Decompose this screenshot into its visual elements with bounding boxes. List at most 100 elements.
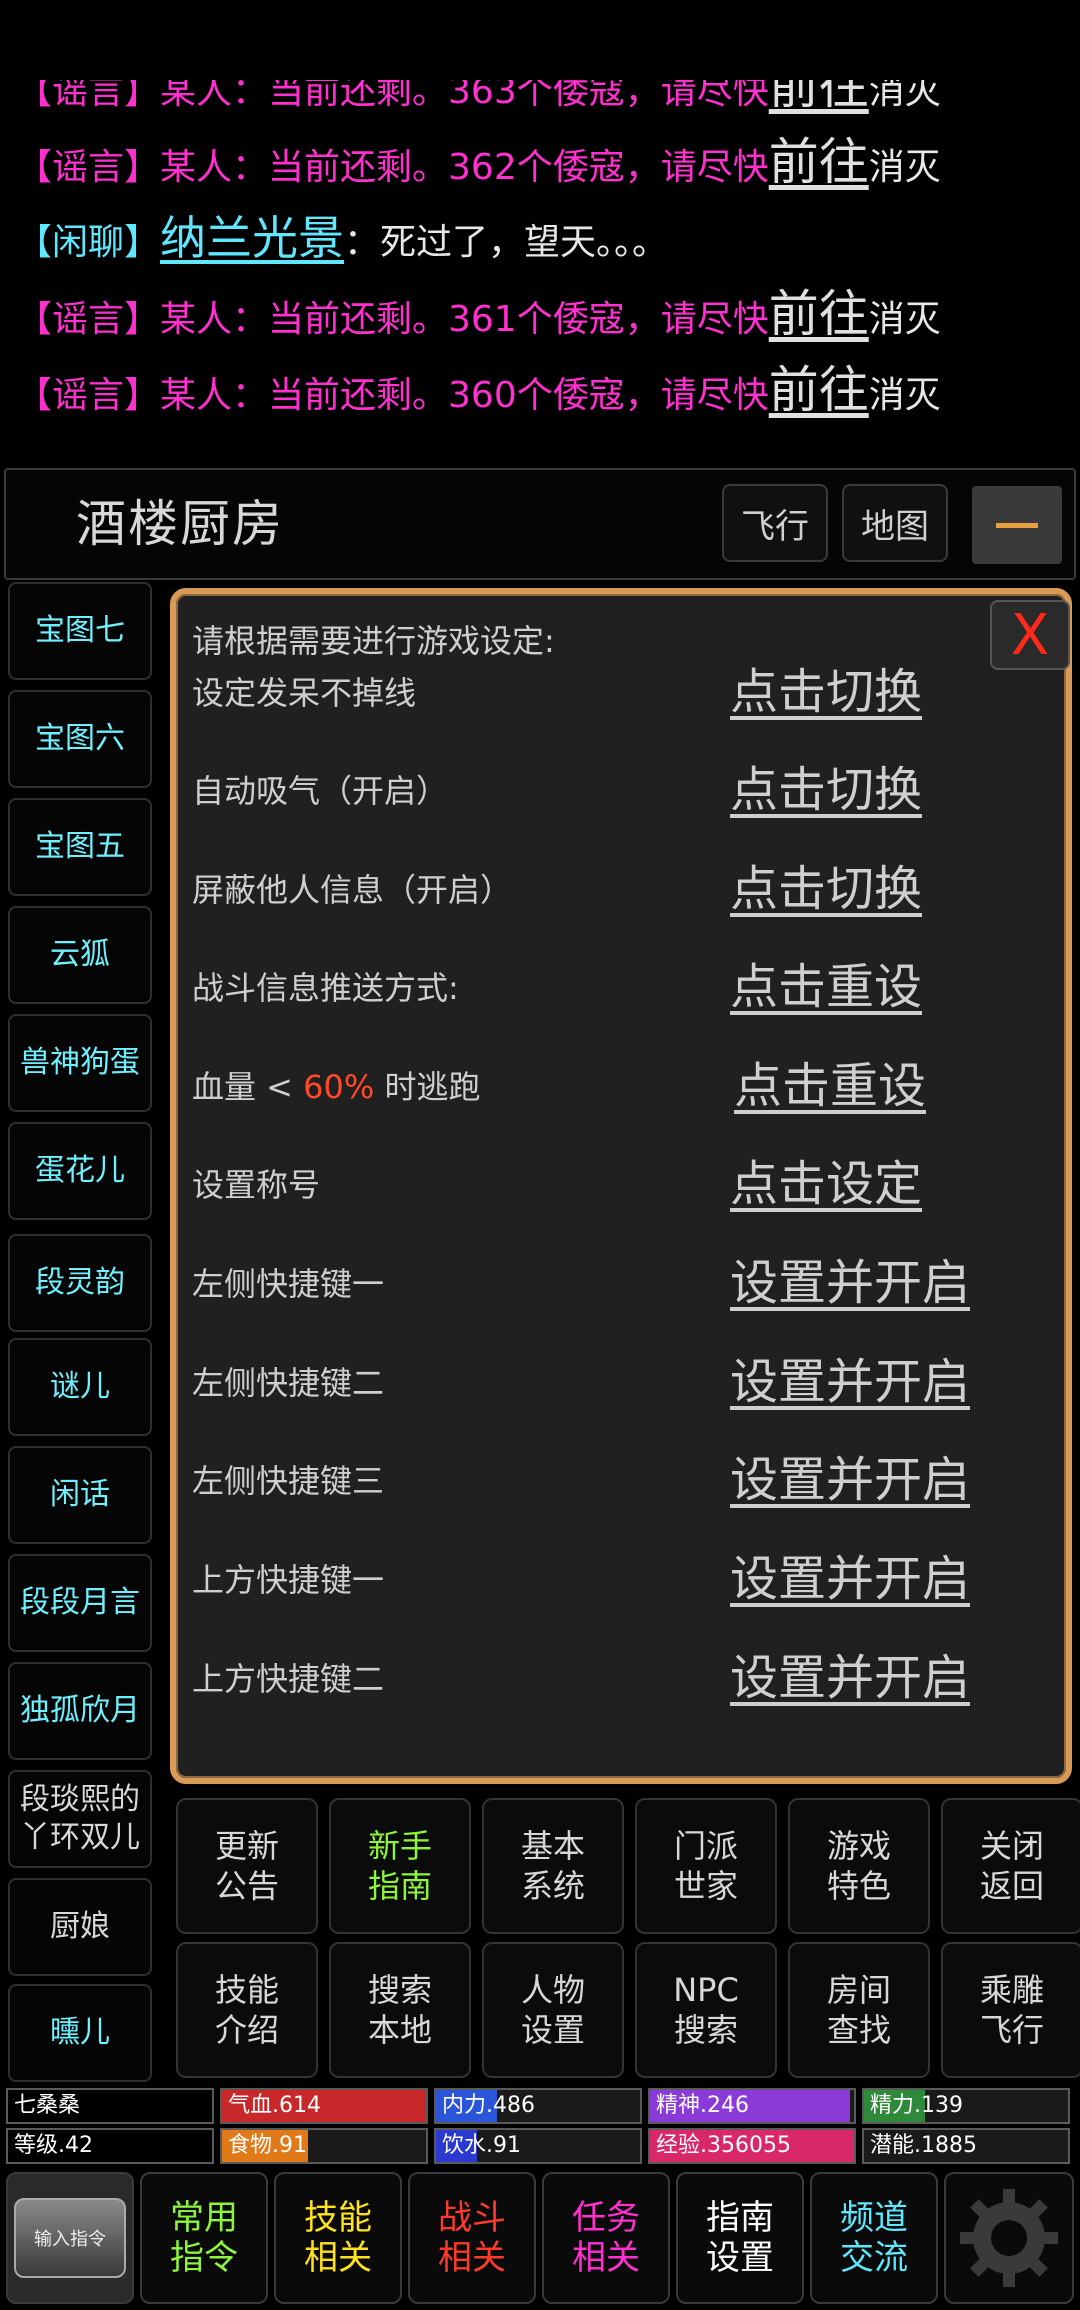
setting-action[interactable]: 设置并开启 xyxy=(730,1342,970,1412)
npc-item[interactable]: 云狐 xyxy=(8,906,152,1004)
stat-bar-mp: 内力.486 xyxy=(434,2088,642,2124)
player-name-link[interactable]: 纳兰光景 xyxy=(160,211,344,265)
keyboard-icon: 输入指令 xyxy=(14,2198,126,2278)
sender: 某人 xyxy=(160,80,233,112)
flee-hp-percent: 60% xyxy=(303,1068,375,1106)
setting-label: 血量 < 60% 时逃跑 xyxy=(192,1062,480,1108)
menu-tasks[interactable]: 任务 相关 xyxy=(542,2172,670,2304)
chat-log: 【谣言】某人：当前还剩。363个倭寇，请尽快前往消灭 【谣言】某人：当前还剩。3… xyxy=(0,80,1080,460)
menu-guide-settings[interactable]: 指南 设置 xyxy=(676,2172,804,2304)
setting-action[interactable]: 点击切换 xyxy=(730,652,922,722)
setting-action[interactable]: 点击切换 xyxy=(730,849,922,919)
menu-channel-chat[interactable]: 频道 交流 xyxy=(810,2172,938,2304)
stat-bar-water: 饮水.91 xyxy=(434,2128,642,2164)
player-name: 七桑桑 xyxy=(6,2088,214,2124)
map-button[interactable]: 地图 xyxy=(842,484,948,562)
goto-link[interactable]: 前往 xyxy=(769,80,869,115)
chat-line: 【谣言】某人：当前还剩。362个倭寇，请尽快前往消灭 xyxy=(16,124,941,200)
grid-button[interactable]: NPC 搜索 xyxy=(635,1942,777,2078)
setting-action[interactable]: 点击设定 xyxy=(730,1144,922,1214)
grid-button[interactable]: 搜索 本地 xyxy=(329,1942,471,2078)
npc-item[interactable]: 段灵韵 xyxy=(8,1234,152,1332)
chat-text: ：当前还剩。363个倭寇，请尽快 xyxy=(232,80,769,112)
sender: 某人 xyxy=(160,299,233,340)
npc-item[interactable]: 蛋花儿 xyxy=(8,1122,152,1220)
chat-line: 【闲聊】纳兰光景：死过了，望天。。。 xyxy=(16,200,668,276)
close-button[interactable]: X xyxy=(990,600,1070,670)
chat-text: ：当前还剩。360个倭寇，请尽快 xyxy=(232,375,769,416)
grid-button[interactable]: 门派 世家 xyxy=(635,1798,777,1934)
channel-tag: 【谣言】 xyxy=(16,80,161,112)
npc-item[interactable]: 宝图五 xyxy=(8,798,152,896)
setting-action[interactable]: 设置并开启 xyxy=(730,1638,970,1708)
menu-skills[interactable]: 技能 相关 xyxy=(274,2172,402,2304)
npc-item[interactable]: 宝图六 xyxy=(8,690,152,788)
setting-action[interactable]: 设置并开启 xyxy=(730,1243,970,1313)
input-command-button[interactable]: 输入指令 xyxy=(6,2172,134,2304)
npc-item[interactable]: 闲话 xyxy=(8,1446,152,1544)
npc-item[interactable]: 曛儿 xyxy=(8,1984,152,2082)
location-title: 酒楼厨房 xyxy=(76,495,284,553)
channel-tag: 【闲聊】 xyxy=(16,222,161,263)
chat-line: 【谣言】某人：当前还剩。361个倭寇，请尽快前往消灭 xyxy=(16,276,941,352)
chat-text: ：当前还剩。362个倭寇，请尽快 xyxy=(232,147,769,188)
grid-button[interactable]: 人物 设置 xyxy=(482,1942,624,2078)
grid-button[interactable]: 游戏 特色 xyxy=(788,1798,930,1934)
channel-tag: 【谣言】 xyxy=(16,375,161,416)
stat-bar-spirit: 精神.246 xyxy=(648,2088,856,2124)
setting-action[interactable]: 设置并开启 xyxy=(730,1440,970,1510)
function-grid: 更新 公告 新手 指南 基本 系统 门派 世家 游戏 特色 关闭 返回 技能 介绍 搜索 本地 … xyxy=(170,1792,1080,2082)
setting-action[interactable]: 设置并开启 xyxy=(730,1539,970,1609)
setting-label: 左侧快捷键一 xyxy=(192,1265,385,1303)
grid-button[interactable]: 基本 系统 xyxy=(482,1798,624,1934)
chat-text: ：当前还剩。361个倭寇，请尽快 xyxy=(232,299,769,340)
stat-bar-energy: 精力.139 xyxy=(862,2088,1070,2124)
npc-item[interactable]: 独孤欣月 xyxy=(8,1662,152,1760)
npc-item[interactable]: 宝图七 xyxy=(8,582,152,680)
grid-button[interactable]: 房间 查找 xyxy=(788,1942,930,2078)
setting-label: 左侧快捷键二 xyxy=(192,1364,385,1402)
chat-text: ：死过了，望天。。。 xyxy=(344,222,669,263)
setting-label: 战斗信息推送方式: xyxy=(192,969,459,1007)
grid-button[interactable]: 乘雕 飞行 xyxy=(941,1942,1080,2078)
chat-line: 【谣言】某人：当前还剩。360个倭寇，请尽快前往消灭 xyxy=(16,352,941,428)
fly-button[interactable]: 飞行 xyxy=(722,484,828,562)
setting-label: 上方快捷键二 xyxy=(192,1660,385,1698)
gear-icon[interactable] xyxy=(944,2172,1074,2304)
stat-bar-potential: 潜能.1885 xyxy=(862,2128,1070,2164)
menu-combat[interactable]: 战斗 相关 xyxy=(408,2172,536,2304)
grid-button[interactable]: 更新 公告 xyxy=(176,1798,318,1934)
settings-panel-inner: X 请根据需要进行游戏设定: 设定发呆不掉线 点击切换 自动吸气（开启） 点击切… xyxy=(176,594,1070,1778)
channel-tag: 【谣言】 xyxy=(16,147,161,188)
setting-action[interactable]: 点击重设 xyxy=(730,947,922,1017)
chat-text: 消灭 xyxy=(868,147,941,188)
channel-tag: 【谣言】 xyxy=(16,299,161,340)
goto-link[interactable]: 前往 xyxy=(769,133,869,191)
npc-item[interactable]: 厨娘 xyxy=(8,1878,152,1976)
setting-action[interactable]: 点击重设 xyxy=(734,1046,926,1116)
player-level: 等级.42 xyxy=(6,2128,214,2164)
npc-item[interactable]: 段段月言 xyxy=(8,1554,152,1652)
menu-common-commands[interactable]: 常用 指令 xyxy=(140,2172,268,2304)
stat-bar-hp: 气血.614 xyxy=(220,2088,428,2124)
npc-item[interactable]: 谜儿 xyxy=(8,1338,152,1436)
chat-text: 消灭 xyxy=(868,375,941,416)
chat-text: 消灭 xyxy=(868,80,941,112)
stat-bar-exp: 经验.356055 xyxy=(648,2128,856,2164)
goto-link[interactable]: 前往 xyxy=(769,285,869,343)
goto-link[interactable]: 前往 xyxy=(769,361,869,419)
setting-label-text: 血量 < xyxy=(192,1068,304,1106)
minus-icon xyxy=(996,522,1038,528)
location-bar: 酒楼厨房 飞行 地图 xyxy=(4,468,1076,580)
setting-action[interactable]: 点击切换 xyxy=(730,750,922,820)
chat-text: 消灭 xyxy=(868,299,941,340)
setting-label: 设定发呆不掉线 xyxy=(192,674,417,712)
grid-button[interactable]: 关闭 返回 xyxy=(941,1798,1080,1934)
grid-button[interactable]: 技能 介绍 xyxy=(176,1942,318,2078)
grid-button[interactable]: 新手 指南 xyxy=(329,1798,471,1934)
setting-label: 上方快捷键一 xyxy=(192,1561,385,1599)
npc-item[interactable]: 段琰熙的丫环双儿 xyxy=(8,1770,152,1868)
collapse-button[interactable] xyxy=(972,486,1062,564)
setting-label: 屏蔽他人信息（开启） xyxy=(192,871,513,909)
npc-item[interactable]: 兽神狗蛋 xyxy=(8,1014,152,1112)
